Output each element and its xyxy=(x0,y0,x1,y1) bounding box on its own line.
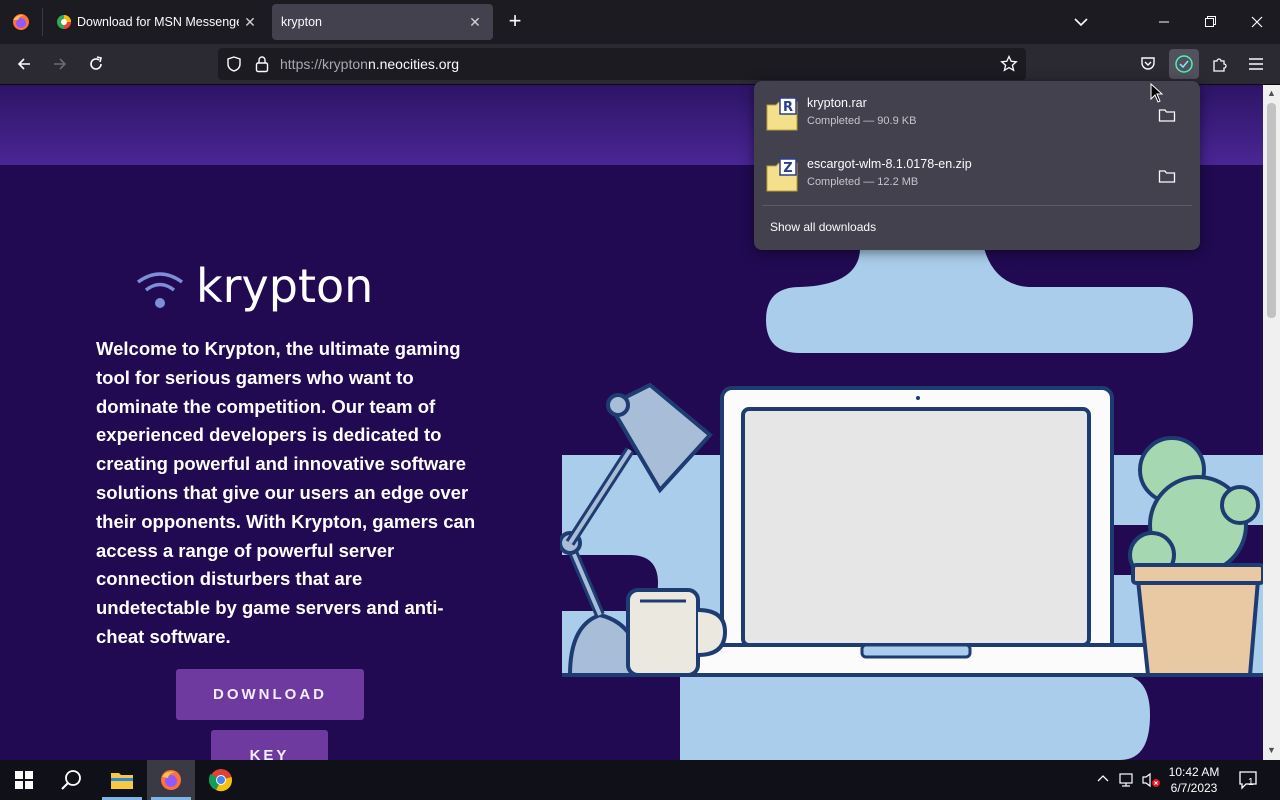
volume-muted-icon[interactable] xyxy=(1141,772,1161,788)
menu-button[interactable] xyxy=(1242,50,1270,78)
tab-msn-download[interactable]: Download for MSN Messenger ✕ xyxy=(46,4,268,40)
tab-separator xyxy=(42,8,43,36)
back-button[interactable] xyxy=(10,50,38,78)
puzzle-icon xyxy=(1213,58,1227,72)
lock-icon[interactable] xyxy=(254,55,270,73)
action-center-icon[interactable]: 1 xyxy=(1238,770,1260,790)
download-status: Completed — 90.9 KB xyxy=(807,115,917,127)
desk-illustration xyxy=(560,225,1263,760)
close-window-icon[interactable] xyxy=(1245,12,1269,32)
pocket-button[interactable] xyxy=(1134,50,1162,78)
windows-taskbar: 10:42 AM 6/7/2023 1 xyxy=(0,760,1280,800)
mouse-cursor-icon xyxy=(1150,83,1164,103)
chrome-taskbar-button[interactable] xyxy=(197,760,245,800)
key-button[interactable]: KEY xyxy=(211,730,328,760)
show-all-downloads-link[interactable]: Show all downloads xyxy=(770,220,876,234)
tab-favicon-icon xyxy=(56,14,72,30)
close-tab-icon[interactable]: ✕ xyxy=(465,12,485,32)
network-icon[interactable] xyxy=(1118,772,1136,788)
tab-title: krypton xyxy=(281,15,322,29)
navigation-toolbar: https://kryptonn.neocities.org xyxy=(0,44,1280,85)
download-filename: krypton.rar xyxy=(807,96,867,110)
tracking-protection-shield-icon[interactable] xyxy=(226,56,242,72)
download-complete-icon xyxy=(1175,55,1193,73)
minimize-icon[interactable] xyxy=(1152,12,1176,32)
address-bar[interactable]: https://kryptonn.neocities.org xyxy=(218,48,1026,80)
page-scrollbar[interactable]: ▲ ▼ xyxy=(1263,85,1280,760)
welcome-paragraph: Welcome to Krypton, the ultimate gaming … xyxy=(96,338,476,647)
url-text[interactable]: https://kryptonn.neocities.org xyxy=(280,56,459,72)
open-folder-icon[interactable] xyxy=(1158,107,1176,123)
url-domain: n.neocities.org xyxy=(367,56,459,72)
downloads-button[interactable] xyxy=(1169,49,1199,79)
file-explorer-icon xyxy=(111,773,133,789)
system-clock[interactable]: 10:42 AM 6/7/2023 xyxy=(1164,764,1224,796)
scrollbar-thumb[interactable] xyxy=(1267,103,1276,318)
search-button[interactable] xyxy=(48,760,96,800)
file-explorer-button[interactable] xyxy=(98,760,146,800)
download-button[interactable]: DOWNLOAD xyxy=(176,669,364,720)
chrome-icon xyxy=(209,769,232,792)
wifi-logo-icon xyxy=(136,272,184,308)
krypton-logo-text: krypton xyxy=(196,259,374,313)
svg-text:Z: Z xyxy=(783,161,792,176)
show-hidden-icons-chevron-icon[interactable] xyxy=(1096,772,1110,786)
tab-krypton[interactable]: krypton ✕ xyxy=(272,4,493,40)
scroll-up-arrow-icon[interactable]: ▲ xyxy=(1267,88,1276,98)
firefox-taskbar-button[interactable] xyxy=(147,760,195,800)
download-item[interactable]: R krypton.rar Completed — 90.9 KB xyxy=(764,87,1190,143)
hamburger-icon xyxy=(1249,58,1263,70)
back-arrow-icon xyxy=(17,58,30,70)
close-tab-icon[interactable]: ✕ xyxy=(240,12,260,32)
start-button[interactable] xyxy=(0,760,48,800)
reload-icon xyxy=(90,56,102,70)
svg-text:R: R xyxy=(783,100,793,115)
new-tab-icon[interactable]: + xyxy=(503,10,527,34)
restore-icon[interactable] xyxy=(1198,12,1222,32)
clock-time: 10:42 AM xyxy=(1168,765,1220,779)
list-all-tabs-icon[interactable] xyxy=(1071,12,1091,32)
open-folder-icon[interactable] xyxy=(1158,168,1176,184)
download-item[interactable]: Z escargot-wlm-8.1.0178-en.zip Completed… xyxy=(764,148,1190,204)
downloads-panel: R krypton.rar Completed — 90.9 KB Z esca… xyxy=(754,81,1200,250)
pocket-icon xyxy=(1141,57,1155,70)
firefox-view-icon[interactable] xyxy=(10,11,32,33)
search-icon xyxy=(61,770,81,790)
clock-date: 6/7/2023 xyxy=(1170,781,1218,795)
rar-archive-icon: R xyxy=(766,97,798,131)
forward-arrow-icon xyxy=(54,58,67,70)
tab-strip: Download for MSN Messenger ✕ krypton ✕ + xyxy=(0,0,1280,44)
zip-archive-icon: Z xyxy=(766,158,798,192)
url-prefix: https://krypton xyxy=(280,56,368,72)
extensions-button[interactable] xyxy=(1206,50,1234,78)
firefox-icon xyxy=(161,770,181,790)
download-status: Completed — 12.2 MB xyxy=(807,176,919,188)
panel-divider xyxy=(762,205,1192,206)
forward-button[interactable] xyxy=(46,50,74,78)
tab-title: Download for MSN Messenger xyxy=(77,15,239,29)
bookmark-star-icon[interactable] xyxy=(1000,54,1018,73)
notification-count: 1 xyxy=(1248,777,1254,788)
reload-button[interactable] xyxy=(82,50,110,78)
download-filename: escargot-wlm-8.1.0178-en.zip xyxy=(807,157,972,171)
scroll-down-arrow-icon[interactable]: ▼ xyxy=(1267,745,1276,755)
windows-logo-icon xyxy=(15,771,33,789)
